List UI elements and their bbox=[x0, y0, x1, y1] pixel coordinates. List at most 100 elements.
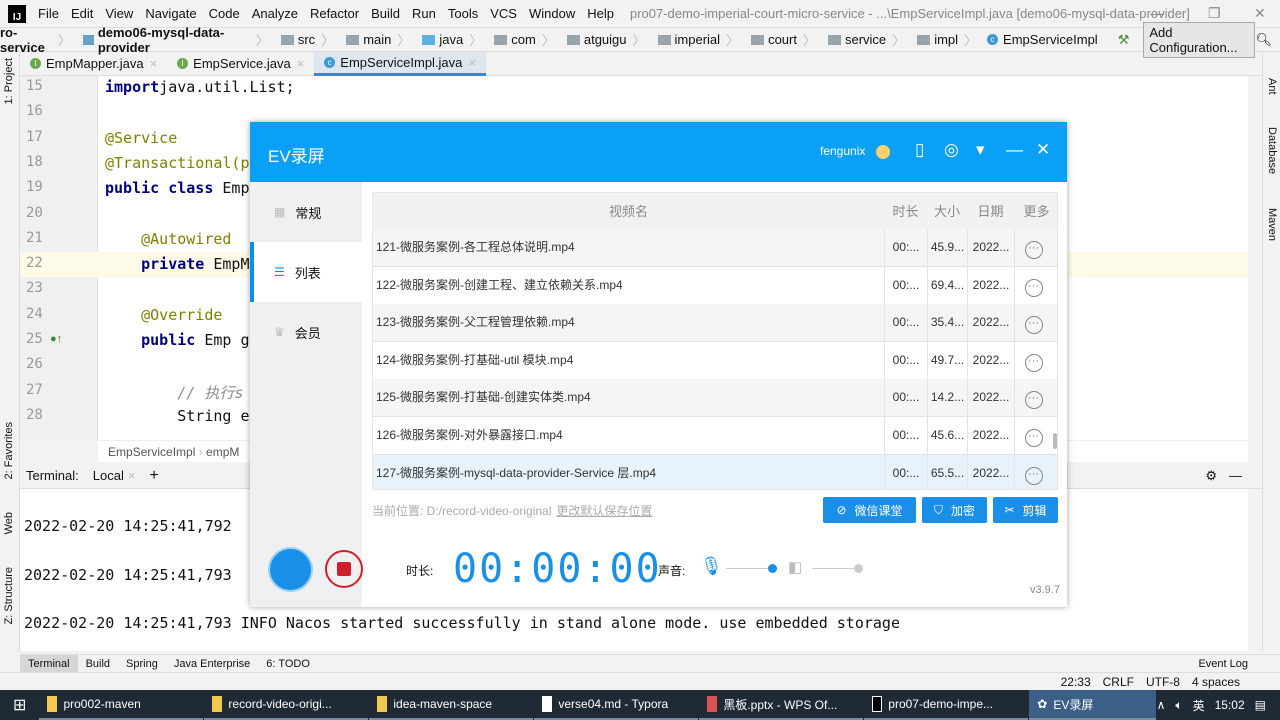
menu-help[interactable]: Help bbox=[587, 6, 614, 21]
tab-empserviceimpl[interactable]: c EmpServiceImpl.java × bbox=[314, 51, 486, 76]
more-options-icon[interactable]: ··· bbox=[1024, 466, 1043, 485]
build-tool-button[interactable]: Build bbox=[78, 655, 118, 673]
table-row[interactable]: 127-微服务案例-mysql-data-provider-Service 层.… bbox=[373, 454, 1057, 489]
project-tool-button[interactable]: 1: Project bbox=[3, 58, 15, 104]
crumb[interactable]: c EmpServiceImpl bbox=[983, 32, 1098, 47]
indent[interactable]: 4 spaces bbox=[1192, 675, 1240, 689]
crumb[interactable]: ro-service 〉 bbox=[0, 25, 71, 55]
more-options-icon[interactable]: ··· bbox=[1024, 391, 1043, 410]
encrypt-button[interactable]: ⛉ 加密 bbox=[922, 497, 987, 523]
menu-build[interactable]: Build bbox=[371, 6, 400, 21]
close-tab-icon[interactable]: × bbox=[297, 56, 305, 71]
web-tool-button[interactable]: Web bbox=[3, 512, 15, 534]
record-pause-button[interactable] bbox=[268, 547, 313, 592]
volume-icon[interactable]: 🔈︎ bbox=[1175, 698, 1182, 713]
line-separator[interactable]: CRLF bbox=[1103, 675, 1134, 689]
dropdown-icon[interactable]: ▾ bbox=[976, 140, 985, 160]
notification-icon[interactable]: ▤ bbox=[1255, 698, 1266, 712]
crumb[interactable]: atguigu 〉 bbox=[561, 30, 646, 49]
ant-tool-button[interactable]: Ant bbox=[1266, 78, 1278, 95]
settings-icon[interactable]: ◎ bbox=[944, 140, 959, 160]
table-row[interactable]: 125-微服务案例-打基础-创建实体类.mp4 00:... 14.2... 2022… bbox=[373, 379, 1057, 418]
todo-tool-button[interactable]: 6: TODO bbox=[258, 655, 318, 673]
tab-empmapper[interactable]: I EmpMapper.java × bbox=[20, 52, 167, 76]
java-enterprise-tool-button[interactable]: Java Enterprise bbox=[166, 655, 258, 673]
crumb[interactable]: demo06-mysql-data-provider 〉 bbox=[77, 25, 269, 55]
restore-icon[interactable]: ❐ bbox=[1208, 5, 1221, 22]
column-header-size[interactable]: 大小 bbox=[927, 193, 967, 231]
menu-file[interactable]: File bbox=[38, 6, 59, 21]
sidebar-item-list[interactable]: ☰ 列表 bbox=[250, 242, 362, 302]
taskbar-item[interactable]: ✿ EV录屏 bbox=[1029, 690, 1156, 720]
microphone-volume-slider[interactable] bbox=[726, 568, 772, 569]
ime-indicator[interactable]: 英 bbox=[1193, 697, 1205, 714]
structure-tool-button[interactable]: Z: Structure bbox=[3, 567, 15, 624]
scrollbar[interactable] bbox=[1053, 433, 1057, 449]
table-row[interactable]: 123-微服务案例-父工程管理依赖.mp4 00:... 35.4... 2022..… bbox=[373, 304, 1057, 343]
close-tab-icon[interactable]: × bbox=[150, 56, 158, 71]
menu-vcs[interactable]: VCS bbox=[490, 6, 517, 21]
edit-button[interactable]: ✂ 剪辑 bbox=[993, 497, 1058, 523]
tab-empservice[interactable]: I EmpService.java × bbox=[167, 52, 314, 76]
encoding[interactable]: UTF-8 bbox=[1146, 675, 1180, 689]
crumb[interactable]: empM bbox=[206, 445, 239, 459]
table-row[interactable]: 126-微服务案例-对外暴露接口.mp4 00:... 45.6... 2022...… bbox=[373, 417, 1057, 455]
more-options-icon[interactable]: ··· bbox=[1024, 241, 1043, 259]
minimize-icon[interactable]: — bbox=[1006, 140, 1023, 160]
crumb[interactable]: service 〉 bbox=[822, 30, 905, 49]
speaker-volume-slider[interactable] bbox=[812, 568, 858, 569]
new-terminal-icon[interactable]: + bbox=[149, 467, 158, 485]
table-row[interactable]: 122-微服务案例-创建工程、建立依赖关系.mp4 00:... 69.4... 20… bbox=[373, 266, 1057, 305]
hide-icon[interactable]: — bbox=[1229, 468, 1242, 483]
menu-window[interactable]: Window bbox=[529, 6, 575, 21]
spring-tool-button[interactable]: Spring bbox=[118, 655, 166, 673]
menu-refactor[interactable]: Refactor bbox=[310, 6, 359, 21]
menu-view[interactable]: View bbox=[105, 6, 133, 21]
clock[interactable]: 15:02 bbox=[1215, 698, 1245, 712]
taskbar-item[interactable]: pro002-maven bbox=[39, 690, 204, 720]
taskbar-item[interactable]: 黑板.pptx - WPS Of... bbox=[699, 690, 864, 720]
crumb[interactable]: java 〉 bbox=[416, 30, 482, 49]
minimize-icon[interactable]: — bbox=[1150, 5, 1164, 21]
menu-edit[interactable]: Edit bbox=[71, 6, 93, 21]
microphone-volume-knob[interactable] bbox=[768, 564, 777, 573]
maven-tool-button[interactable]: Maven bbox=[1266, 208, 1278, 241]
username[interactable]: fengunix bbox=[820, 144, 865, 158]
cursor-position[interactable]: 22:33 bbox=[1061, 675, 1091, 689]
more-options-icon[interactable]: ··· bbox=[1024, 316, 1043, 335]
sidebar-item-general[interactable]: ▦ 常规 bbox=[250, 182, 362, 242]
build-hammer-icon[interactable]: ⚒ bbox=[1118, 32, 1130, 48]
crumb[interactable]: imperial 〉 bbox=[652, 30, 739, 49]
favorites-tool-button[interactable]: 2: Favorites bbox=[3, 422, 15, 479]
tray-chevron-icon[interactable]: ∧ bbox=[1157, 698, 1166, 712]
menu-tools[interactable]: Tools bbox=[448, 6, 478, 21]
menu-code[interactable]: Code bbox=[209, 6, 240, 21]
column-header-duration[interactable]: 时长 bbox=[884, 193, 927, 231]
menu-navigate[interactable]: Navigate bbox=[145, 6, 196, 21]
speaker-icon[interactable]: ◧ bbox=[788, 558, 802, 576]
table-row[interactable]: 121-微服务案例-各工程总体说明.mp4 00:... 45.9... 2022..… bbox=[373, 229, 1057, 267]
menu-analyze[interactable]: Analyze bbox=[252, 6, 298, 21]
close-icon[interactable]: ✕ bbox=[1036, 140, 1050, 160]
crumb[interactable]: com 〉 bbox=[488, 30, 555, 49]
close-icon[interactable]: ✕ bbox=[1254, 5, 1266, 22]
crumb[interactable]: EmpServiceImpl bbox=[108, 445, 195, 459]
taskbar-item[interactable]: verse04.md - Typora bbox=[534, 690, 699, 720]
more-options-icon[interactable]: ··· bbox=[1024, 429, 1043, 447]
more-options-icon[interactable]: ··· bbox=[1024, 353, 1043, 372]
crumb[interactable]: court 〉 bbox=[745, 30, 816, 49]
menu-run[interactable]: Run bbox=[412, 6, 436, 21]
mobile-icon[interactable]: ▯ bbox=[915, 140, 924, 160]
close-tab-icon[interactable]: × bbox=[128, 468, 136, 483]
crumb[interactable]: main 〉 bbox=[340, 30, 410, 49]
event-log-button[interactable]: Event Log bbox=[1190, 655, 1256, 673]
column-header-name[interactable]: 视频名 bbox=[373, 193, 884, 231]
search-icon[interactable]: 🔍︎ bbox=[1255, 32, 1272, 48]
taskbar-item[interactable]: pro07-demo-impe... bbox=[864, 690, 1029, 720]
column-header-date[interactable]: 日期 bbox=[967, 193, 1014, 231]
terminal-tab-local[interactable]: Local bbox=[93, 468, 124, 483]
wechat-classroom-button[interactable]: ⊘ 微信课堂 bbox=[823, 497, 916, 523]
gear-icon[interactable]: ⚙ bbox=[1205, 468, 1217, 484]
more-options-icon[interactable]: ··· bbox=[1024, 278, 1043, 297]
speaker-volume-knob[interactable] bbox=[854, 564, 863, 573]
